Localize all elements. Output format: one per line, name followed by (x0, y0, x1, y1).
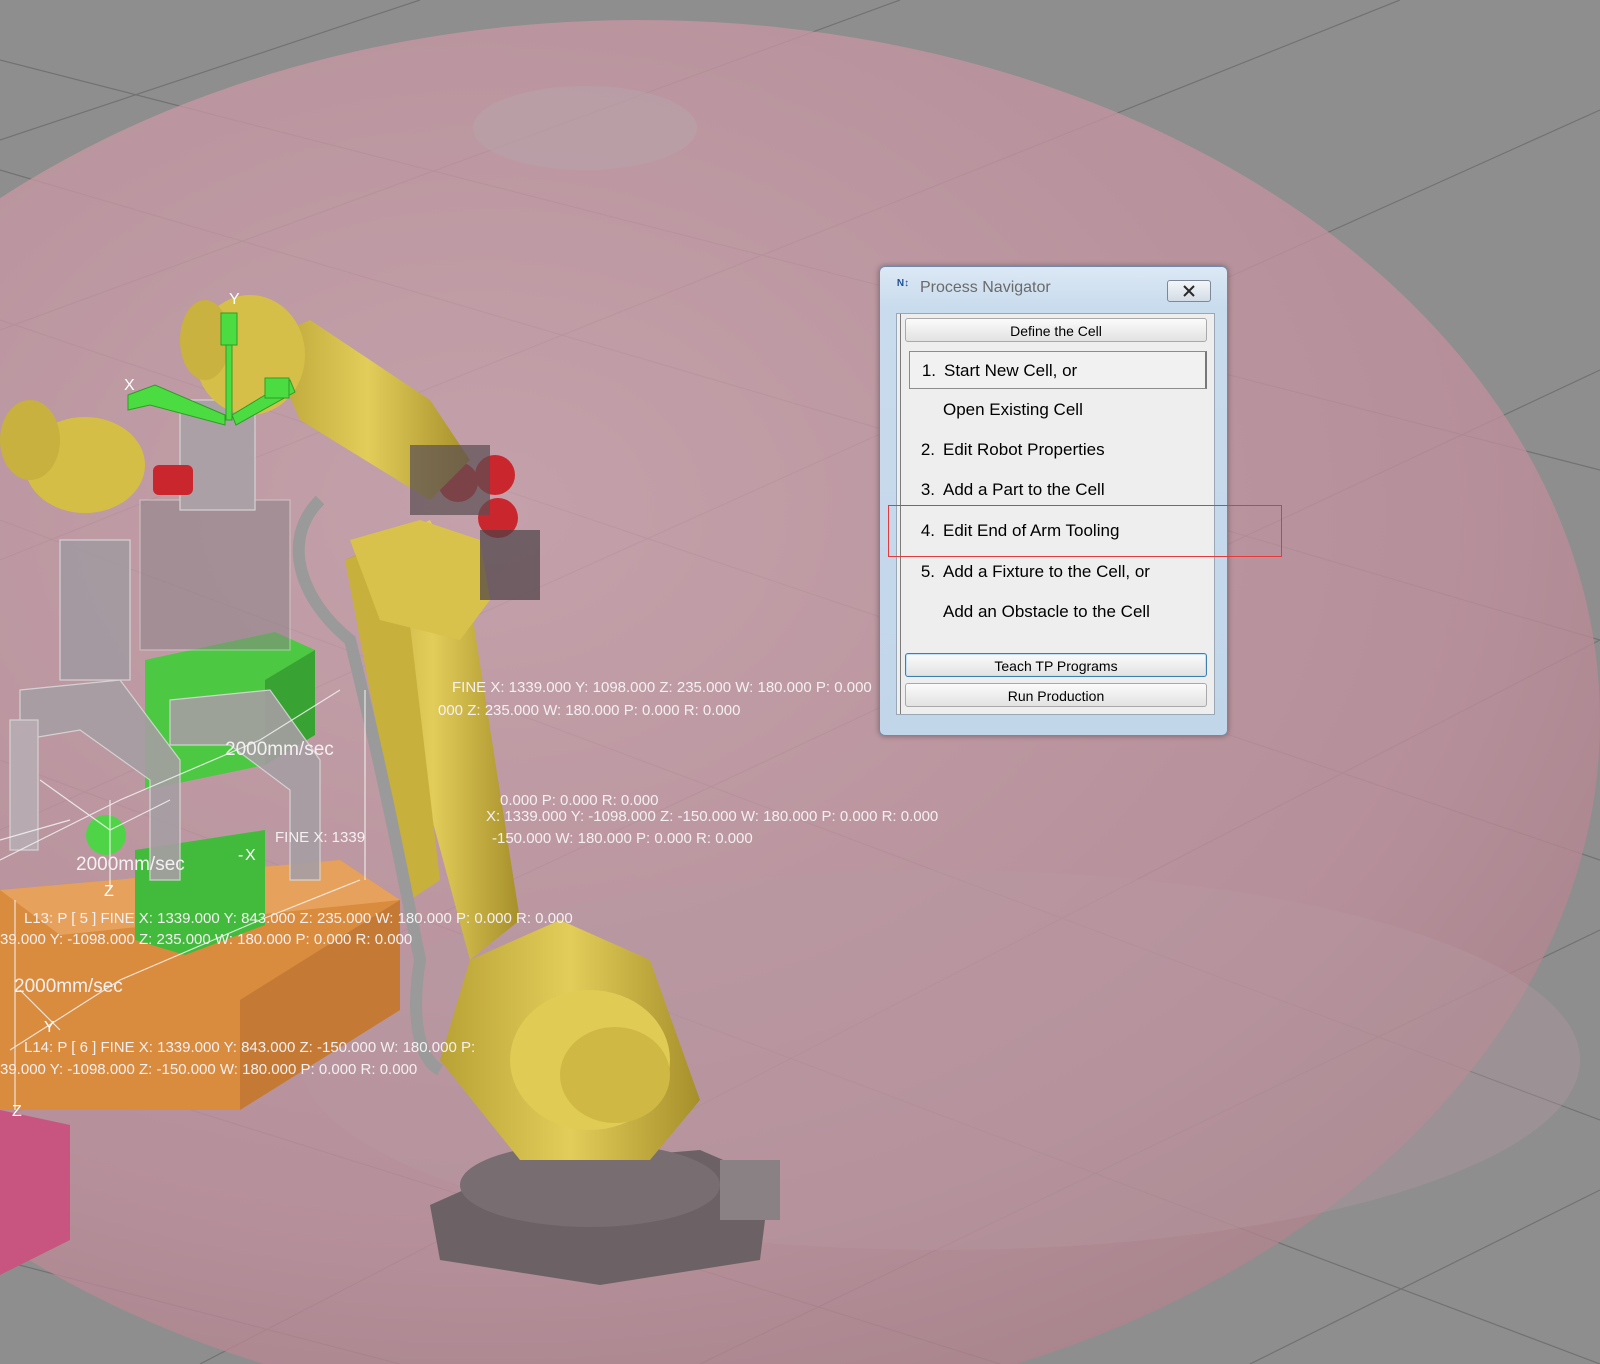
process-navigator-window[interactable]: N↕ Process Navigator Define the Cell 1. S… (879, 266, 1228, 736)
step-label: Add a Part to the Cell (943, 480, 1105, 499)
speed-label-1: 2000mm/sec (225, 739, 334, 760)
axis-label-z2: Z (12, 1103, 22, 1120)
process-navigator-titlebar[interactable]: N↕ Process Navigator (880, 267, 1227, 305)
step-number: 5. (920, 562, 935, 581)
step-number: 2. (920, 440, 935, 459)
axis-label-x: X (124, 377, 135, 394)
path-label-l14: L14: P [ 6 ] FINE X: 1339.000 Y: 843.000… (24, 1039, 475, 1056)
step-add-obstacle[interactable]: Add an Obstacle to the Cell (909, 593, 1207, 631)
step-label: Edit Robot Properties (943, 440, 1105, 459)
path-label-m: 0.000 P: 0.000 R: 0.000 (500, 792, 658, 809)
path-label-l14-b: 39.000 Y: -1098.000 Z: -150.000 W: 180.0… (0, 1061, 417, 1078)
step-number: 1. (921, 361, 936, 380)
axis-label-x3: X (245, 847, 256, 864)
run-production-button[interactable]: Run Production (905, 683, 1207, 707)
close-button[interactable] (1167, 280, 1211, 302)
step-add-fixture[interactable]: 5. Add a Fixture to the Cell, or (909, 553, 1207, 591)
axis-label-y2: Y (44, 1019, 55, 1036)
axis-label-y: Y (229, 291, 240, 308)
step-label: Open Existing Cell (943, 400, 1083, 419)
axis-label-x2: - (238, 847, 243, 864)
define-cell-button[interactable]: Define the Cell (905, 318, 1207, 342)
path-label-e: X: 1339.000 Y: -1098.000 Z: -150.000 W: … (486, 808, 938, 825)
teach-tp-programs-button[interactable]: Teach TP Programs (905, 653, 1207, 677)
window-title: Process Navigator (920, 279, 1051, 296)
axis-label-z: Z (104, 883, 114, 900)
step-open-existing-cell[interactable]: Open Existing Cell (909, 391, 1207, 429)
step-number: 3. (920, 480, 935, 499)
path-label-f: -150.000 W: 180.000 P: 0.000 R: 0.000 (492, 830, 753, 847)
step-start-new-cell[interactable]: 1. Start New Cell, or (909, 351, 1207, 389)
path-label-g: 000 Z: 235.000 W: 180.000 P: 0.000 R: 0.… (438, 702, 740, 719)
path-label-l13: L13: P [ 5 ] FINE X: 1339.000 Y: 843.000… (24, 910, 573, 927)
path-label-l13-b: 39.000 Y: -1098.000 Z: 235.000 W: 180.00… (0, 931, 412, 948)
step-label: Add an Obstacle to the Cell (943, 602, 1150, 621)
simulation-viewport[interactable]: Y X - X Z Z Y L13: P [ 5 ] FINE X: 1339.… (0, 0, 1600, 1364)
step-edit-robot-properties[interactable]: 2. Edit Robot Properties (909, 431, 1207, 469)
path-label-l: FINE X: 1339 (275, 829, 365, 846)
navigator-app-icon: N↕ (896, 278, 910, 289)
step-label: Start New Cell, or (944, 361, 1078, 380)
close-icon (1183, 285, 1195, 297)
speed-label-3: 2000mm/sec (14, 976, 123, 997)
highlight-annotation-box (888, 505, 1282, 557)
step-label: Add a Fixture to the Cell, or (943, 562, 1150, 581)
speed-label-2: 2000mm/sec (76, 854, 185, 875)
step-add-part[interactable]: 3. Add a Part to the Cell (909, 471, 1207, 509)
path-label-h: FINE X: 1339.000 Y: 1098.000 Z: 235.000 … (452, 679, 872, 696)
